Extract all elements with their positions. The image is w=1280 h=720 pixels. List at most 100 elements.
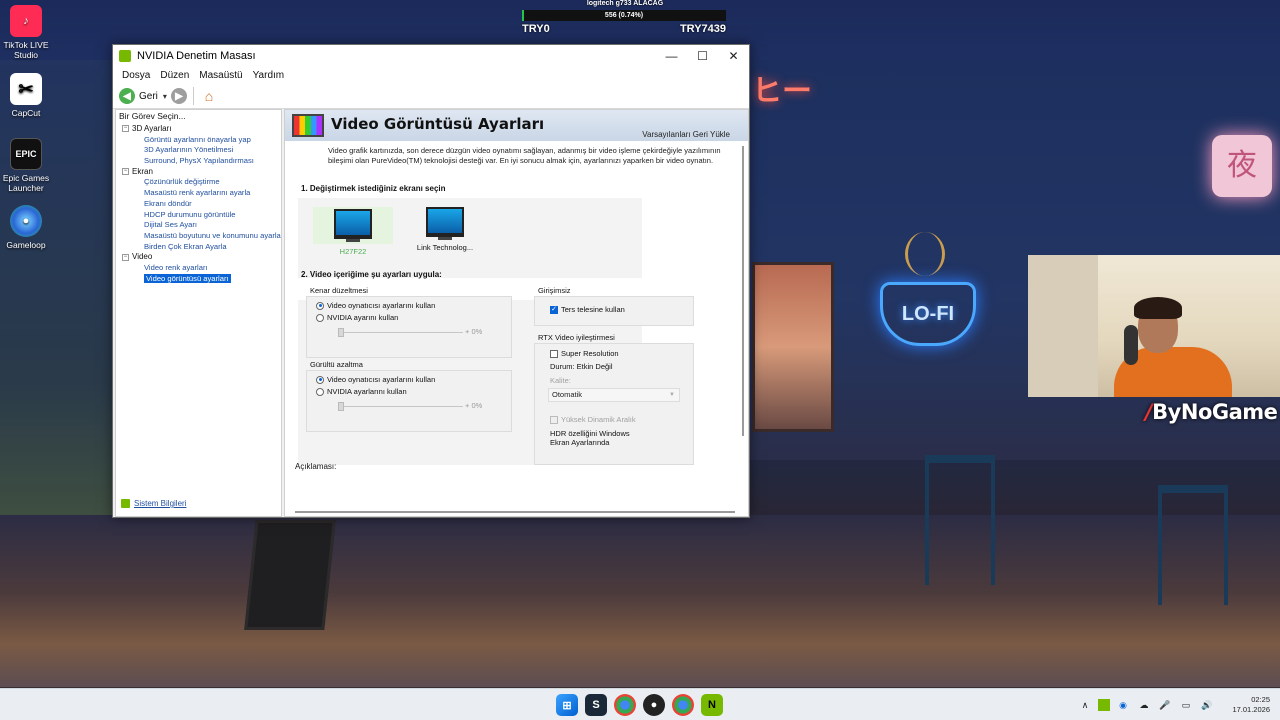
- nvidia-taskbar-icon[interactable]: N: [701, 694, 723, 716]
- nvidia-control-panel-window: NVIDIA Denetim Masası — ☐ ✕ Dosya Düzen …: [112, 44, 750, 518]
- window-body: Bir Görev Seçin... −3D Ayarları Görüntü …: [113, 109, 749, 517]
- checkbox-checked-icon[interactable]: ✓: [550, 305, 558, 314]
- close-button[interactable]: ✕: [718, 45, 749, 67]
- inverse-telecine-checkbox[interactable]: ✓ Ters telesine kullan: [550, 305, 625, 314]
- tray-overflow-chevron-icon[interactable]: ∧: [1077, 698, 1093, 712]
- desktop-icon-label: CapCut: [11, 108, 41, 118]
- desktop-icon-gameloop[interactable]: ● Gameloop: [2, 205, 50, 250]
- back-button-label[interactable]: Geri: [139, 91, 158, 102]
- horizontal-scrollbar[interactable]: [295, 511, 735, 513]
- description-label: Açıklaması:: [295, 462, 337, 471]
- rtx-video-title: RTX Video iyileştirmesi: [538, 333, 615, 342]
- tree-item[interactable]: HDCP durumunu görüntüle: [116, 210, 281, 221]
- title-bar[interactable]: NVIDIA Denetim Masası — ☐ ✕: [113, 45, 749, 67]
- page-title: Video Görüntüsü Ayarları: [331, 115, 545, 133]
- noise-use-nvidia-radio[interactable]: NVIDIA ayarlarını kullan: [316, 387, 407, 396]
- webcam-overlay: [1028, 255, 1280, 397]
- network-icon[interactable]: ◉: [1115, 698, 1131, 712]
- tree-item[interactable]: Görüntü ayarlarını önayarla yap: [116, 135, 281, 146]
- wallpaper-steam: [905, 232, 945, 276]
- volume-icon[interactable]: 🔊: [1199, 698, 1215, 712]
- tree-item[interactable]: Masaüstü renk ayarlarını ayarla: [116, 188, 281, 199]
- tree-item[interactable]: Dijital Ses Ayarı: [116, 220, 281, 231]
- wallpaper-neon-top: ヒー: [752, 75, 812, 108]
- vertical-scrollbar[interactable]: [742, 146, 744, 436]
- desktop-icon-tiktok-live[interactable]: ♪ TikTok LIVE Studio: [2, 5, 50, 60]
- content-pane: Video Görüntüsü Ayarları Varsayılanları …: [284, 109, 749, 517]
- collapse-icon[interactable]: −: [122, 253, 129, 261]
- radio-unselected[interactable]: [316, 313, 324, 322]
- radio-selected[interactable]: [316, 375, 324, 384]
- noise-slider[interactable]: [338, 402, 463, 411]
- edge-use-player-radio[interactable]: Video oynatıcısı ayarlarını kullan: [316, 301, 435, 310]
- chevron-down-icon: ▼: [669, 392, 675, 398]
- start-icon[interactable]: ⊞: [556, 694, 578, 716]
- quality-select[interactable]: Otomatik ▼: [548, 388, 680, 402]
- wallpaper-street: [0, 515, 1280, 687]
- back-history-dropdown-icon[interactable]: ▾: [163, 92, 167, 101]
- epic-games-icon: EPIC: [10, 138, 42, 170]
- radio-unselected[interactable]: [316, 387, 324, 396]
- display-selector: H27F22 Link Technolog...: [298, 198, 642, 278]
- clock-date: 17.01.2026: [1232, 705, 1270, 714]
- desktop-icon-label: Studio: [13, 50, 39, 60]
- home-icon[interactable]: ⌂: [200, 87, 218, 105]
- display-h27f22[interactable]: H27F22: [313, 207, 393, 256]
- checkbox-unchecked-icon[interactable]: [550, 349, 558, 358]
- tree-item[interactable]: 3D Ayarlarının Yönetilmesi: [116, 145, 281, 156]
- system-info-link[interactable]: Sistem Bilgileri: [121, 499, 186, 508]
- section-apply-settings: 2. Video içeriğime şu ayarları uygula:: [301, 270, 442, 279]
- tree-item[interactable]: Ekranı döndür: [116, 199, 281, 210]
- tree-item[interactable]: Video renk ayarları: [116, 263, 281, 274]
- chrome-icon[interactable]: [614, 694, 636, 716]
- video-settings-icon: [292, 114, 324, 137]
- menu-edit[interactable]: Düzen: [155, 70, 194, 81]
- menu-help[interactable]: Yardım: [248, 70, 290, 81]
- menu-desktop[interactable]: Masaüstü: [194, 70, 247, 81]
- task-pane-title: Bir Görev Seçin...: [119, 111, 186, 121]
- menu-file[interactable]: Dosya: [117, 70, 155, 81]
- wallpaper-left-house: [0, 60, 112, 520]
- deinterlacing-title: Girişimsiz: [538, 286, 571, 295]
- super-resolution-checkbox[interactable]: Super Resolution: [550, 349, 619, 358]
- microphone-tray-icon[interactable]: 🎤: [1157, 698, 1173, 712]
- clock[interactable]: 02:25 17.01.2026: [1226, 695, 1270, 715]
- nvidia-tray-icon[interactable]: [1098, 699, 1110, 711]
- display-tray-icon[interactable]: ▭: [1178, 698, 1194, 712]
- slider-thumb[interactable]: [338, 402, 344, 411]
- wallpaper-sign-board: [244, 520, 336, 630]
- tree-category-3d[interactable]: −3D Ayarları: [116, 124, 281, 135]
- collapse-icon[interactable]: −: [122, 125, 129, 133]
- goal-amount: 556 (0.74%): [604, 12, 644, 19]
- tree-item-selected[interactable]: Video görüntüsü ayarları: [116, 273, 281, 285]
- chrome-profile-icon[interactable]: [672, 694, 694, 716]
- desktop-icon-epic-games[interactable]: EPIC Epic Games Launcher: [2, 138, 50, 193]
- back-arrow-icon[interactable]: ◀: [119, 88, 135, 104]
- tree-item[interactable]: Çözünürlük değiştirme: [116, 177, 281, 188]
- restore-defaults-link[interactable]: Varsayılanları Geri Yükle: [642, 130, 730, 139]
- radio-selected[interactable]: [316, 301, 324, 310]
- display-link-technology[interactable]: Link Technolog...: [405, 207, 485, 252]
- tree-item[interactable]: Surround, PhysX Yapılandırması: [116, 156, 281, 167]
- hdr-checkbox[interactable]: Yüksek Dinamik Aralık: [550, 415, 636, 424]
- desktop-icon-label: Launcher: [8, 183, 44, 193]
- display-frame: [405, 207, 485, 240]
- desktop-icon-capcut[interactable]: ✂ CapCut: [2, 73, 50, 118]
- edge-use-nvidia-radio[interactable]: NVIDIA ayarını kullan: [316, 313, 398, 322]
- tree-category-display[interactable]: − Ekran: [116, 167, 281, 178]
- slider-thumb[interactable]: [338, 328, 344, 337]
- collapse-icon[interactable]: −: [122, 168, 129, 176]
- forward-arrow-icon[interactable]: ▶: [170, 88, 187, 104]
- noise-use-player-radio[interactable]: Video oynatıcısı ayarlarını kullan: [316, 375, 435, 384]
- tree-item[interactable]: Masaüstü boyutunu ve konumunu ayarla: [116, 231, 281, 242]
- tree-item[interactable]: Birden Çok Ekran Ayarla: [116, 242, 281, 253]
- edge-slider[interactable]: [338, 328, 463, 337]
- minimize-button[interactable]: —: [656, 45, 687, 67]
- brand-logo: /ByNoGame: [1145, 400, 1278, 424]
- tree-category-video[interactable]: − Video: [116, 252, 281, 263]
- cloud-icon[interactable]: ☁: [1136, 698, 1152, 712]
- maximize-button[interactable]: ☐: [687, 45, 718, 67]
- steam-icon[interactable]: S: [585, 694, 607, 716]
- monitor-icon: [334, 209, 372, 239]
- app-ball-icon[interactable]: ●: [643, 694, 665, 716]
